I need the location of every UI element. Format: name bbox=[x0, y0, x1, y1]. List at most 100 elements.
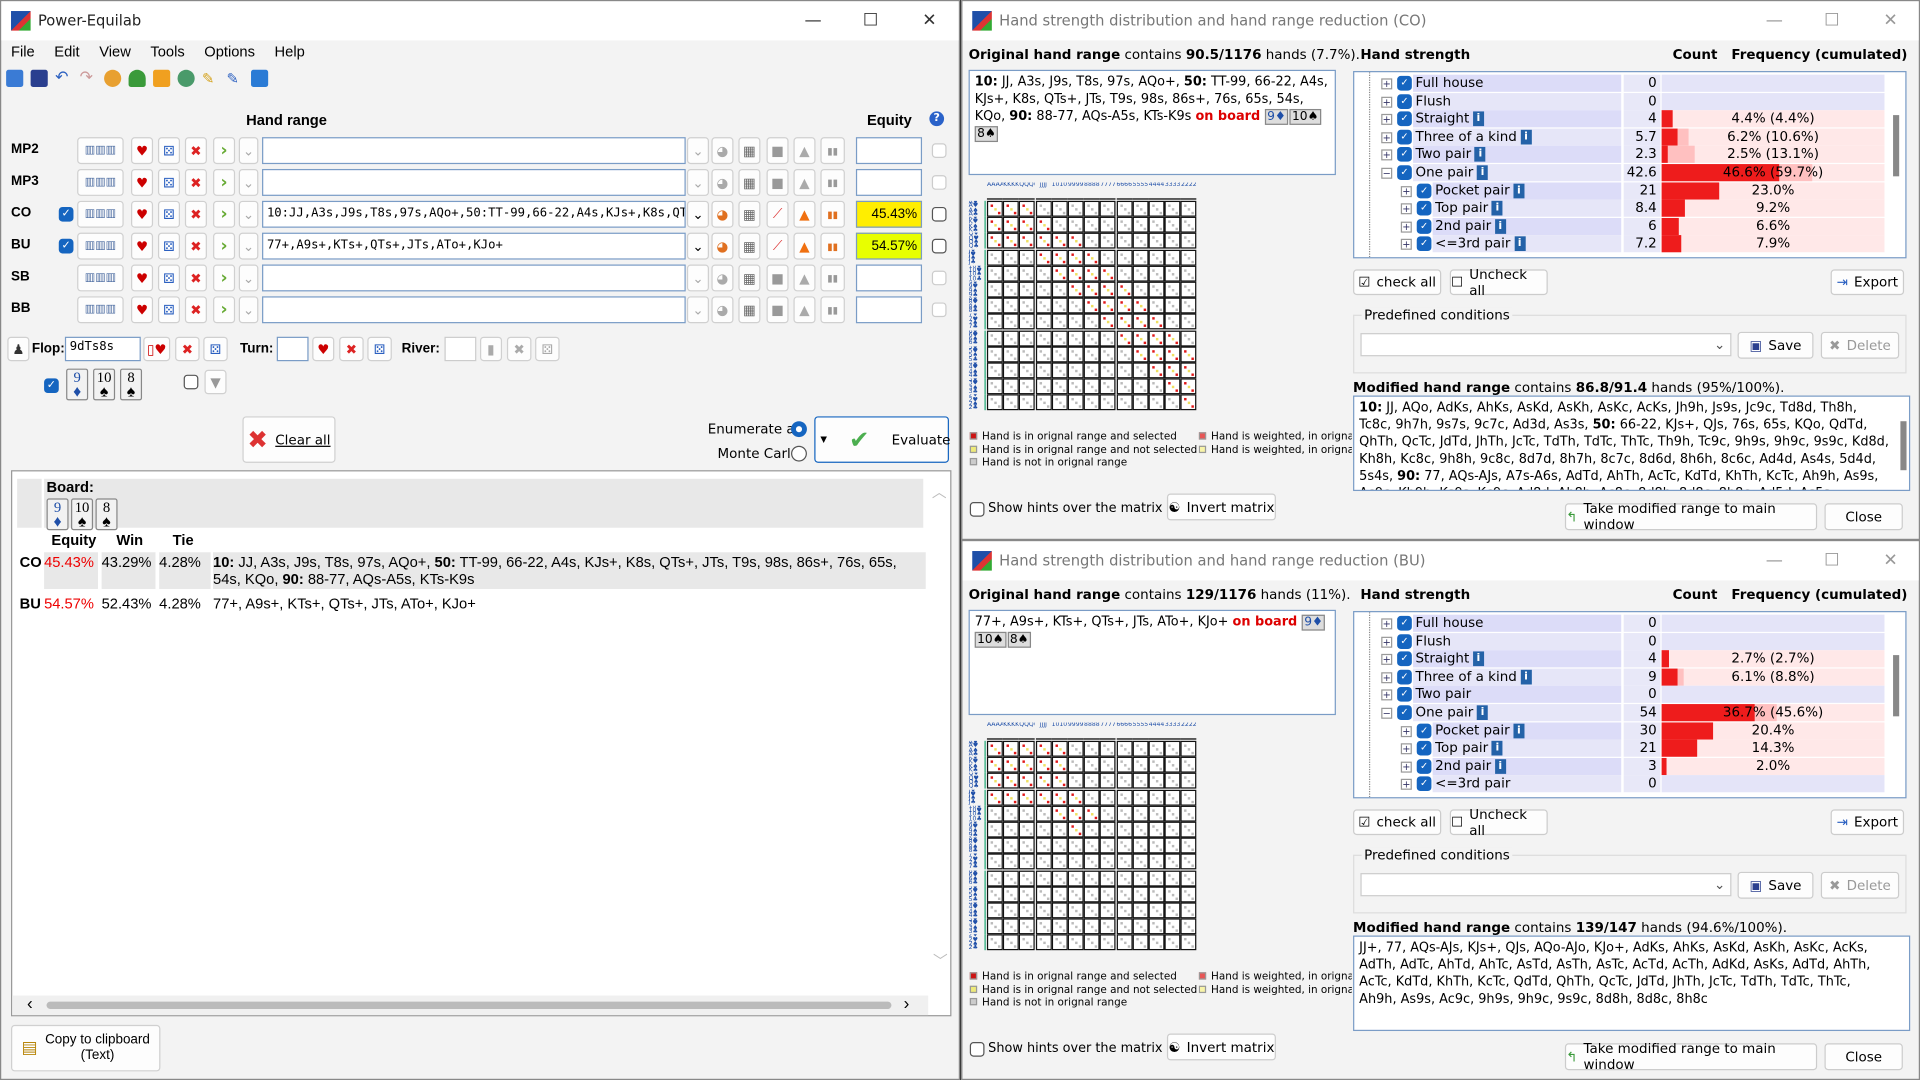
matrix-cell[interactable] bbox=[1164, 756, 1181, 773]
matrix-cell[interactable] bbox=[1116, 265, 1133, 282]
crown-icon[interactable] bbox=[153, 69, 171, 87]
matrix-cell[interactable] bbox=[1180, 346, 1197, 363]
matrix-cell[interactable] bbox=[1132, 216, 1149, 233]
matrix-cell[interactable] bbox=[1035, 789, 1052, 806]
matrix-cell[interactable] bbox=[1035, 394, 1052, 411]
matrix-cell[interactable] bbox=[1132, 934, 1149, 951]
matrix-cell[interactable] bbox=[1067, 934, 1084, 951]
minimize-button[interactable]: — bbox=[785, 1, 841, 40]
matrix-cell[interactable] bbox=[1180, 281, 1197, 298]
range-matrix-button[interactable]: ▥▥▥ bbox=[77, 137, 124, 165]
flame-icon[interactable]: ▲ bbox=[793, 264, 816, 292]
matrix-cell[interactable] bbox=[986, 756, 1003, 773]
matrix-cell[interactable] bbox=[1164, 346, 1181, 363]
card-picker-button[interactable]: ♥ bbox=[131, 168, 154, 196]
matrix-cell[interactable] bbox=[1116, 902, 1133, 919]
card-picker-button[interactable]: ♥ bbox=[131, 232, 154, 260]
matrix-cell[interactable] bbox=[1019, 249, 1036, 266]
matrix-cell[interactable] bbox=[1067, 918, 1084, 935]
scroll-down-icon[interactable]: ﹀ bbox=[933, 950, 948, 971]
bar-chart-icon[interactable]: ▮▮ bbox=[820, 200, 845, 228]
matrix-cell[interactable] bbox=[1180, 870, 1197, 887]
matrix-cell[interactable] bbox=[986, 265, 1003, 282]
monte-carlo-radio[interactable] bbox=[791, 445, 807, 462]
matrix-cell[interactable] bbox=[1132, 378, 1149, 395]
matrix-cell[interactable] bbox=[1180, 837, 1197, 854]
matrix-cell[interactable] bbox=[1083, 249, 1100, 266]
matrix-cell[interactable] bbox=[986, 837, 1003, 854]
matrix-cell[interactable] bbox=[1067, 200, 1084, 217]
matrix-cell[interactable] bbox=[1083, 934, 1100, 951]
player-lock-checkbox[interactable] bbox=[931, 238, 947, 254]
hand-strength-row[interactable]: − ✓ One pair i 42.6 46.6% (59.7%) bbox=[1354, 164, 1885, 182]
matrix-cell[interactable] bbox=[1164, 281, 1181, 298]
stats-graph-icon[interactable]: ⟋ bbox=[766, 200, 789, 228]
matrix-cell[interactable] bbox=[986, 805, 1003, 822]
matrix-cell[interactable] bbox=[1180, 233, 1197, 250]
next-button[interactable]: › bbox=[213, 200, 236, 228]
matrix-cell[interactable] bbox=[1003, 902, 1020, 919]
matrix-cell[interactable] bbox=[986, 870, 1003, 887]
stats-graph-icon[interactable]: ⟋ bbox=[766, 232, 789, 260]
info-icon[interactable]: i bbox=[1476, 165, 1489, 181]
matrix-cell[interactable] bbox=[1035, 362, 1052, 379]
matrix-cell[interactable] bbox=[1132, 821, 1149, 838]
matrix-cell[interactable] bbox=[1083, 821, 1100, 838]
matrix-cell[interactable] bbox=[1035, 378, 1052, 395]
matrix-cell[interactable] bbox=[1067, 756, 1084, 773]
matrix-cell[interactable] bbox=[1180, 362, 1197, 379]
matrix-cell[interactable] bbox=[1132, 297, 1149, 314]
stats-graph-icon[interactable]: ■ bbox=[766, 137, 789, 165]
expand-icon[interactable]: + bbox=[1381, 78, 1393, 90]
matrix-cell[interactable] bbox=[1148, 249, 1165, 266]
matrix-cell[interactable] bbox=[1067, 233, 1084, 250]
matrix-cell[interactable] bbox=[1003, 394, 1020, 411]
matrix-cell[interactable] bbox=[1003, 773, 1020, 790]
hand-strength-row[interactable]: + ✓ Flush 0 bbox=[1354, 632, 1885, 650]
range-pie-icon[interactable]: ◕ bbox=[711, 232, 734, 260]
hand-strength-row[interactable]: + ✓ Full house 0 bbox=[1354, 614, 1885, 632]
player-enabled-checkbox[interactable]: ✓ bbox=[58, 238, 74, 254]
matrix-cell[interactable] bbox=[1100, 362, 1116, 379]
matrix-cell[interactable] bbox=[1148, 265, 1165, 282]
river-input[interactable] bbox=[444, 336, 477, 362]
matrix-cell[interactable] bbox=[1164, 886, 1181, 903]
matrix-cell[interactable] bbox=[986, 740, 1003, 757]
matrix-cell[interactable] bbox=[1180, 805, 1197, 822]
next-button[interactable]: › bbox=[213, 232, 236, 260]
pencil-icon[interactable]: ✎ bbox=[202, 70, 219, 87]
matrix-cell[interactable] bbox=[1100, 789, 1116, 806]
matrix-cell[interactable] bbox=[1148, 837, 1165, 854]
matrix-cell[interactable] bbox=[986, 233, 1003, 250]
matrix-cell[interactable] bbox=[1100, 740, 1116, 757]
matrix-cell[interactable] bbox=[1180, 918, 1197, 935]
uncheck-all-button[interactable]: ☐ Uncheck all bbox=[1449, 266, 1548, 298]
matrix-cell[interactable] bbox=[1035, 249, 1052, 266]
matrix-cell[interactable] bbox=[1116, 346, 1133, 363]
hand-strength-checkbox[interactable]: ✓ bbox=[1397, 129, 1412, 145]
range-options-dropdown[interactable]: ⌄ bbox=[238, 232, 259, 260]
matrix-cell[interactable] bbox=[1116, 934, 1133, 951]
matrix-cell[interactable] bbox=[1003, 281, 1020, 298]
scroll-left-icon[interactable]: ‹ bbox=[27, 993, 33, 1013]
matrix-cell[interactable] bbox=[1132, 362, 1149, 379]
random-hand-button[interactable]: ⚄ bbox=[157, 137, 181, 165]
matrix-cell[interactable] bbox=[1051, 773, 1068, 790]
range-pie-icon[interactable]: ◕ bbox=[711, 168, 734, 196]
matrix-cell[interactable] bbox=[1035, 740, 1052, 757]
matrix-cell[interactable] bbox=[986, 378, 1003, 395]
matrix-cell[interactable] bbox=[1019, 297, 1036, 314]
matrix-cell[interactable] bbox=[1180, 821, 1197, 838]
matrix-cell[interactable] bbox=[1100, 853, 1116, 870]
matrix-cell[interactable] bbox=[1148, 853, 1165, 870]
matrix-cell[interactable] bbox=[1019, 265, 1036, 282]
matrix-cell[interactable] bbox=[1051, 249, 1068, 266]
hand-strength-row[interactable]: + ✓ Pocket pair i 30 20.4% bbox=[1354, 721, 1885, 740]
matrix-cell[interactable] bbox=[1051, 740, 1068, 757]
matrix-cell[interactable] bbox=[1003, 346, 1020, 363]
info-icon[interactable]: i bbox=[1513, 723, 1525, 738]
hand-strength-row[interactable]: − ✓ One pair i 54 36.7% (45.6%) bbox=[1354, 704, 1885, 722]
range-options-dropdown[interactable]: ⌄ bbox=[238, 137, 259, 165]
export-button[interactable]: ⇥ Export bbox=[1830, 809, 1905, 836]
hand-strength-checkbox[interactable]: ✓ bbox=[1416, 183, 1432, 198]
